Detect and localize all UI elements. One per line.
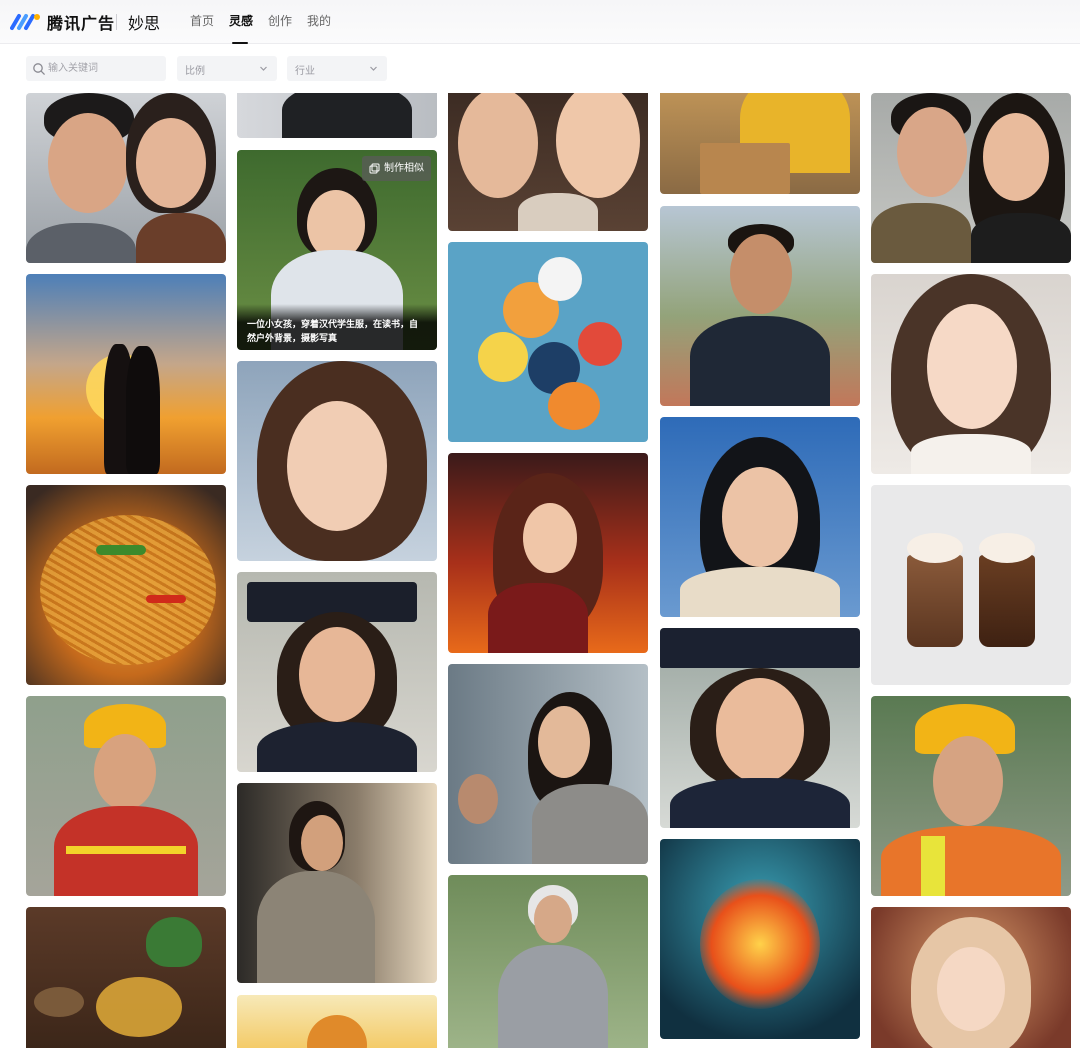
image-card-tea-spices[interactable] <box>26 907 226 1048</box>
search-box[interactable] <box>26 56 166 81</box>
image-card-delivery[interactable] <box>660 93 860 194</box>
top-navigation: 腾讯广告 妙思 首页 灵感 创作 我的 <box>0 0 1080 44</box>
image-caption: 一位小女孩，穿着汉代学生服，在读书，自然户外背景，摄影写真 <box>237 304 437 350</box>
nav-create[interactable]: 创作 <box>268 12 292 29</box>
image-card-iced-coffee[interactable] <box>871 485 1071 685</box>
ratio-select-label: 比例 <box>185 66 205 77</box>
image-card-couple-2[interactable] <box>871 93 1071 263</box>
image-card-graduate-2[interactable] <box>660 628 860 828</box>
nav-mine[interactable]: 我的 <box>307 12 331 29</box>
image-card-cute-characters[interactable] <box>448 242 648 442</box>
chevron-down-icon <box>370 66 377 71</box>
industry-select-label: 行业 <box>295 66 315 77</box>
image-card-two-women[interactable] <box>448 93 648 231</box>
image-card-elderly-woman[interactable] <box>448 875 648 1048</box>
ratio-select[interactable]: 比例 <box>177 56 277 81</box>
product-name: 妙思 <box>128 14 161 33</box>
make-similar-button[interactable]: 制作相似 <box>362 156 431 181</box>
image-card-pregnant-woman[interactable] <box>237 783 437 983</box>
active-tab-indicator <box>232 42 248 44</box>
image-card-couple[interactable] <box>26 93 226 263</box>
image-card-reading-girl[interactable]: 制作相似 一位小女孩，穿着汉代学生服，在读书，自然户外背景，摄影写真 <box>237 150 437 350</box>
image-caption-text: 一位小女孩，穿着汉代学生服，在读书，自然户外背景，摄影写真 <box>247 320 419 344</box>
inspiration-gallery: 制作相似 一位小女孩，穿着汉代学生服，在读书，自然户外背景，摄影写真 <box>0 93 1080 1048</box>
image-card-beauty-portrait[interactable] <box>871 274 1071 474</box>
chevron-down-icon <box>260 66 267 71</box>
image-card-suit[interactable] <box>237 93 437 138</box>
copy-icon <box>369 163 380 174</box>
image-card-worker-woman[interactable] <box>26 696 226 896</box>
image-card-athlete[interactable] <box>660 206 860 406</box>
nav-inspiration[interactable]: 灵感 <box>229 12 253 29</box>
image-card-phoenix[interactable] <box>660 839 860 1039</box>
image-card-fox[interactable] <box>237 995 437 1048</box>
search-icon <box>33 63 45 75</box>
image-card-noodles[interactable] <box>26 485 226 685</box>
image-card-anime-girl[interactable] <box>871 907 1071 1048</box>
image-card-sunset-silhouette[interactable] <box>26 274 226 474</box>
image-card-student-classroom[interactable] <box>448 664 648 864</box>
image-card-girl-portrait[interactable] <box>237 361 437 561</box>
industry-select[interactable]: 行业 <box>287 56 387 81</box>
make-similar-label: 制作相似 <box>384 163 424 174</box>
image-card-worker-woman-2[interactable] <box>871 696 1071 896</box>
image-card-girl-blue[interactable] <box>660 417 860 617</box>
logo-icon[interactable] <box>10 10 42 32</box>
brand-name: 腾讯广告 <box>47 14 116 33</box>
image-card-graduate-1[interactable] <box>237 572 437 772</box>
filter-bar: 比例 行业 <box>0 45 1080 91</box>
divider <box>116 14 117 30</box>
image-card-anime-fire-girl[interactable] <box>448 453 648 653</box>
nav-home[interactable]: 首页 <box>190 12 214 29</box>
search-input[interactable] <box>48 59 160 78</box>
